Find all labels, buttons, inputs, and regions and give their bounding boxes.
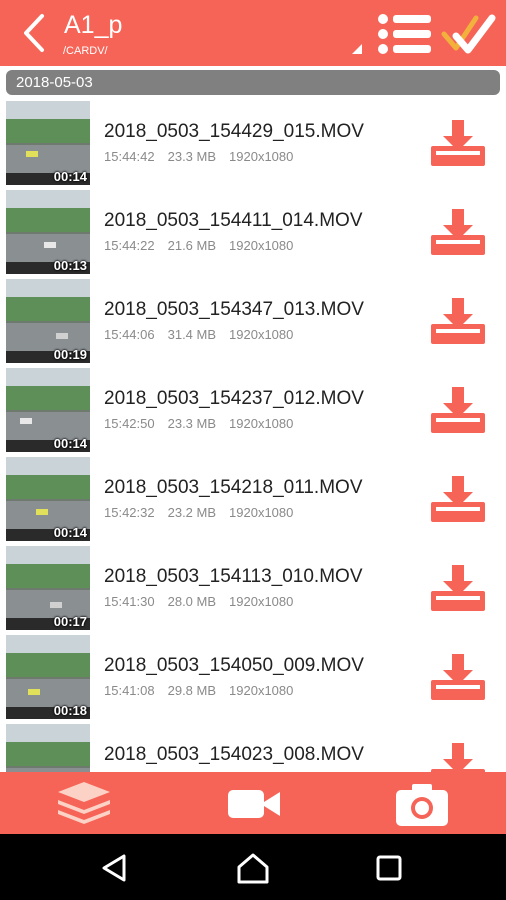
video-duration: 00:18 xyxy=(53,703,87,718)
file-meta: 15:42:50 23.3 MB 1920x1080 xyxy=(104,416,306,432)
file-meta: 15:41:08 29.8 MB 1920x1080 xyxy=(104,683,306,699)
download-icon[interactable] xyxy=(430,207,486,257)
list-item[interactable]: 00:18 2018_0503_154050_009.MOV 15:41:08 2… xyxy=(0,632,506,721)
file-name: 2018_0503_154347_013.MOV xyxy=(104,299,364,320)
double-check-icon[interactable] xyxy=(440,12,496,56)
folder-path: /CARDV/ xyxy=(63,45,108,57)
bottom-tab-bar xyxy=(0,772,506,834)
file-name: 2018_0503_154023_008.MOV xyxy=(104,744,364,765)
page-title: A1_p xyxy=(64,11,123,39)
app-header: A1_p /CARDV/ xyxy=(0,0,506,66)
file-size: 31.4 MB xyxy=(167,327,217,342)
file-name: 2018_0503_154237_012.MOV xyxy=(104,388,364,409)
video-thumbnail[interactable]: 00:13 xyxy=(6,190,90,274)
download-icon[interactable] xyxy=(430,563,486,613)
file-name: 2018_0503_154429_015.MOV xyxy=(104,121,364,142)
dropdown-corner-icon xyxy=(352,44,362,54)
video-thumbnail[interactable]: 00:17 xyxy=(6,546,90,630)
list-item[interactable]: 2018_0503_154023_008.MOV xyxy=(0,721,506,772)
file-time: 15:44:42 xyxy=(104,149,155,164)
file-meta: 15:44:42 23.3 MB 1920x1080 xyxy=(104,149,306,165)
file-resolution: 1920x1080 xyxy=(229,505,294,520)
download-icon[interactable] xyxy=(430,652,486,702)
file-resolution: 1920x1080 xyxy=(229,416,294,431)
download-icon[interactable] xyxy=(430,741,486,772)
home-icon[interactable] xyxy=(235,850,271,886)
file-time: 15:42:50 xyxy=(104,416,155,431)
file-time: 15:42:32 xyxy=(104,505,155,520)
video-duration: 00:14 xyxy=(53,525,87,540)
file-resolution: 1920x1080 xyxy=(229,327,294,342)
file-resolution: 1920x1080 xyxy=(229,683,294,698)
file-size: 23.2 MB xyxy=(167,505,217,520)
download-icon[interactable] xyxy=(430,118,486,168)
file-size: 29.8 MB xyxy=(167,683,217,698)
video-camera-icon[interactable] xyxy=(224,778,284,828)
file-meta: 15:41:30 28.0 MB 1920x1080 xyxy=(104,594,306,610)
video-duration: 00:14 xyxy=(53,169,87,184)
file-meta: 15:44:06 31.4 MB 1920x1080 xyxy=(104,327,306,343)
video-thumbnail[interactable] xyxy=(6,724,90,772)
file-resolution: 1920x1080 xyxy=(229,594,294,609)
download-icon[interactable] xyxy=(430,474,486,524)
file-name: 2018_0503_154218_011.MOV xyxy=(104,477,363,498)
file-list: 00:14 2018_0503_154429_015.MOV 15:44:42 2… xyxy=(0,98,506,772)
download-icon[interactable] xyxy=(430,385,486,435)
list-item[interactable]: 00:19 2018_0503_154347_013.MOV 15:44:06 3… xyxy=(0,276,506,365)
file-size: 21.6 MB xyxy=(167,238,217,253)
file-meta: 15:42:32 23.2 MB 1920x1080 xyxy=(104,505,306,521)
file-resolution: 1920x1080 xyxy=(229,149,294,164)
video-duration: 00:14 xyxy=(53,436,87,451)
file-size: 28.0 MB xyxy=(167,594,217,609)
file-name: 2018_0503_154411_014.MOV xyxy=(104,210,363,231)
system-nav-bar xyxy=(0,834,506,900)
video-duration: 00:19 xyxy=(53,347,87,362)
video-duration: 00:17 xyxy=(53,614,87,629)
list-icon[interactable] xyxy=(376,12,434,56)
list-item[interactable]: 00:17 2018_0503_154113_010.MOV 15:41:30 2… xyxy=(0,543,506,632)
chevron-left-icon[interactable] xyxy=(14,8,54,58)
video-thumbnail[interactable]: 00:19 xyxy=(6,279,90,363)
recents-icon[interactable] xyxy=(371,850,407,886)
video-thumbnail[interactable]: 00:14 xyxy=(6,101,90,185)
list-item[interactable]: 00:14 2018_0503_154237_012.MOV 15:42:50 2… xyxy=(0,365,506,454)
video-thumbnail[interactable]: 00:18 xyxy=(6,635,90,719)
video-duration: 00:13 xyxy=(53,258,87,273)
file-time: 15:41:30 xyxy=(104,594,155,609)
file-time: 15:44:06 xyxy=(104,327,155,342)
date-group-header: 2018-05-03 xyxy=(6,70,500,95)
file-resolution: 1920x1080 xyxy=(229,238,294,253)
list-item[interactable]: 00:14 2018_0503_154218_011.MOV 15:42:32 2… xyxy=(0,454,506,543)
list-item[interactable]: 00:13 2018_0503_154411_014.MOV 15:44:22 2… xyxy=(0,187,506,276)
file-size: 23.3 MB xyxy=(167,416,217,431)
file-time: 15:41:08 xyxy=(104,683,155,698)
file-meta: 15:44:22 21.6 MB 1920x1080 xyxy=(104,238,306,254)
file-size: 23.3 MB xyxy=(167,149,217,164)
camera-icon[interactable] xyxy=(392,778,452,828)
file-time: 15:44:22 xyxy=(104,238,155,253)
download-icon[interactable] xyxy=(430,296,486,346)
file-name: 2018_0503_154113_010.MOV xyxy=(104,566,363,587)
layers-icon[interactable] xyxy=(54,778,114,828)
video-thumbnail[interactable]: 00:14 xyxy=(6,368,90,452)
video-thumbnail[interactable]: 00:14 xyxy=(6,457,90,541)
back-triangle-icon[interactable] xyxy=(96,850,132,886)
file-name: 2018_0503_154050_009.MOV xyxy=(104,655,364,676)
list-item[interactable]: 00:14 2018_0503_154429_015.MOV 15:44:42 2… xyxy=(0,98,506,187)
